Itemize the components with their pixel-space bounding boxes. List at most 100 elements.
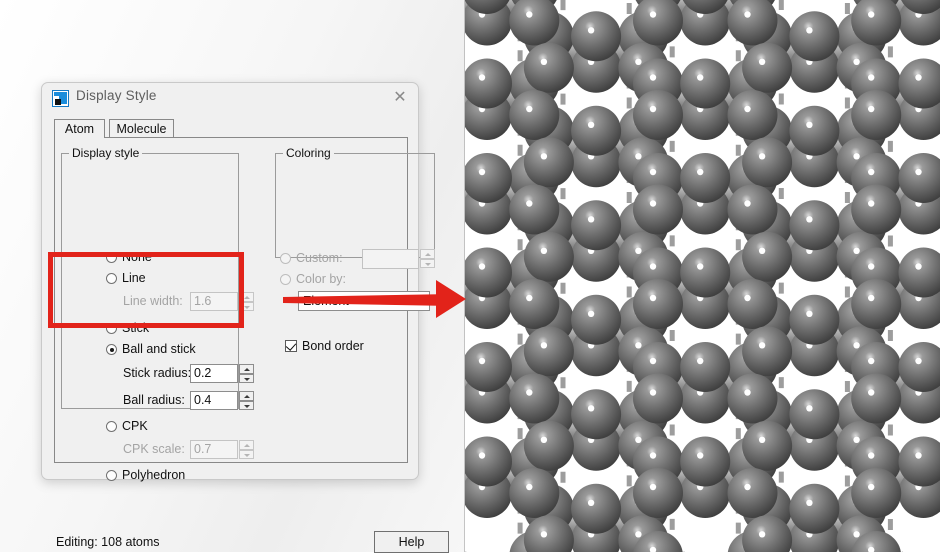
stick-radius-label: Stick radius:: [123, 366, 191, 380]
specular-highlight: [541, 59, 547, 65]
specular-highlight: [526, 106, 532, 112]
specular-highlight: [868, 200, 874, 206]
atom-carbon[interactable]: [680, 59, 730, 109]
atom-carbon[interactable]: [509, 279, 559, 329]
atom-carbon[interactable]: [633, 279, 683, 329]
specular-highlight: [588, 500, 594, 506]
atom-carbon[interactable]: [633, 468, 683, 518]
ball-radius-label: Ball radius:: [123, 393, 185, 407]
atom-carbon[interactable]: [728, 468, 778, 518]
radio-cpk[interactable]: [106, 421, 117, 432]
radio-polyhedron[interactable]: [106, 470, 117, 481]
atom-carbon[interactable]: [633, 185, 683, 235]
specular-highlight: [744, 106, 750, 112]
tab-molecule[interactable]: Molecule: [109, 119, 174, 138]
cpk-scale-spinner[interactable]: [239, 440, 254, 459]
atom-carbon[interactable]: [509, 185, 559, 235]
specular-highlight: [650, 200, 656, 206]
specular-highlight: [915, 263, 921, 269]
specular-highlight: [744, 200, 750, 206]
atom-carbon[interactable]: [742, 421, 792, 471]
atom-carbon[interactable]: [851, 468, 901, 518]
atom-carbon[interactable]: [851, 90, 901, 140]
radio-custom-color[interactable]: [280, 253, 291, 264]
atom-carbon[interactable]: [680, 342, 730, 392]
atom-carbon[interactable]: [509, 468, 559, 518]
specular-highlight: [853, 248, 859, 254]
radio-color-by[interactable]: [280, 274, 291, 285]
dialog-title: Display Style: [76, 88, 157, 103]
molecule-structure: [465, 0, 940, 552]
atom-carbon[interactable]: [633, 90, 683, 140]
atom-carbon[interactable]: [789, 389, 839, 439]
atom-carbon[interactable]: [509, 90, 559, 140]
specular-highlight: [759, 437, 765, 443]
help-button[interactable]: Help: [374, 531, 449, 553]
radio-ball-and-stick[interactable]: [106, 344, 117, 355]
specular-highlight: [541, 153, 547, 159]
atom-carbon[interactable]: [789, 106, 839, 156]
atom-carbon[interactable]: [680, 437, 730, 487]
atom-carbon[interactable]: [742, 232, 792, 282]
cpk-scale-input[interactable]: 0.7: [190, 440, 238, 459]
coloring-legend: Coloring: [283, 146, 334, 160]
atom-carbon[interactable]: [851, 374, 901, 424]
bond-order-checkbox[interactable]: [285, 340, 297, 352]
atom-carbon[interactable]: [851, 185, 901, 235]
specular-highlight: [915, 358, 921, 364]
atom-carbon[interactable]: [742, 137, 792, 187]
atom-carbon[interactable]: [789, 200, 839, 250]
specular-highlight: [635, 153, 641, 159]
specular-highlight: [588, 405, 594, 411]
atom-carbon[interactable]: [524, 326, 574, 376]
specular-highlight: [806, 311, 812, 317]
atom-carbon[interactable]: [789, 295, 839, 345]
app-icon: [52, 90, 69, 107]
stick-radius-spinner[interactable]: [239, 364, 254, 383]
tab-strip: Atom Molecule: [54, 119, 408, 138]
atom-carbon[interactable]: [789, 11, 839, 61]
atom-carbon[interactable]: [524, 43, 574, 93]
ball-radius-spinner[interactable]: [239, 391, 254, 410]
atom-carbon[interactable]: [524, 421, 574, 471]
stick-radius-input[interactable]: 0.2: [190, 364, 238, 383]
specular-highlight: [588, 216, 594, 222]
atom-carbon[interactable]: [789, 484, 839, 534]
specular-highlight: [697, 263, 703, 269]
cpk-scale-label: CPK scale:: [123, 442, 185, 456]
tab-atom[interactable]: Atom: [54, 119, 105, 138]
atom-carbon[interactable]: [524, 232, 574, 282]
atom-carbon[interactable]: [742, 326, 792, 376]
ball-radius-input[interactable]: 0.4: [190, 391, 238, 410]
specular-highlight: [868, 295, 874, 301]
atom-carbon[interactable]: [571, 200, 621, 250]
atom-carbon[interactable]: [571, 106, 621, 156]
atom-carbon[interactable]: [851, 279, 901, 329]
atom-carbon[interactable]: [728, 90, 778, 140]
atom-carbon[interactable]: [728, 185, 778, 235]
atom-carbon[interactable]: [571, 11, 621, 61]
atom-carbon[interactable]: [633, 374, 683, 424]
atom-carbon[interactable]: [680, 248, 730, 298]
custom-color-dropdown[interactable]: [362, 249, 419, 269]
atom-carbon[interactable]: [728, 279, 778, 329]
atom-carbon[interactable]: [680, 153, 730, 203]
atom-carbon[interactable]: [524, 137, 574, 187]
specular-highlight: [650, 263, 656, 269]
atom-carbon[interactable]: [509, 374, 559, 424]
close-icon[interactable]: ✕: [386, 86, 414, 110]
specular-highlight: [759, 59, 765, 65]
atom-carbon[interactable]: [571, 389, 621, 439]
specular-highlight: [853, 437, 859, 443]
molecule-viewport[interactable]: [465, 0, 940, 552]
atom-carbon[interactable]: [728, 374, 778, 424]
specular-highlight: [868, 169, 874, 175]
specular-highlight: [635, 531, 641, 537]
atom-carbon[interactable]: [571, 295, 621, 345]
custom-color-spinner[interactable]: [420, 249, 435, 268]
atom-carbon[interactable]: [742, 43, 792, 93]
atom-carbon[interactable]: [571, 484, 621, 534]
specular-highlight: [479, 169, 485, 175]
specular-highlight: [853, 531, 859, 537]
bond-order-label: Bond order: [302, 339, 364, 353]
